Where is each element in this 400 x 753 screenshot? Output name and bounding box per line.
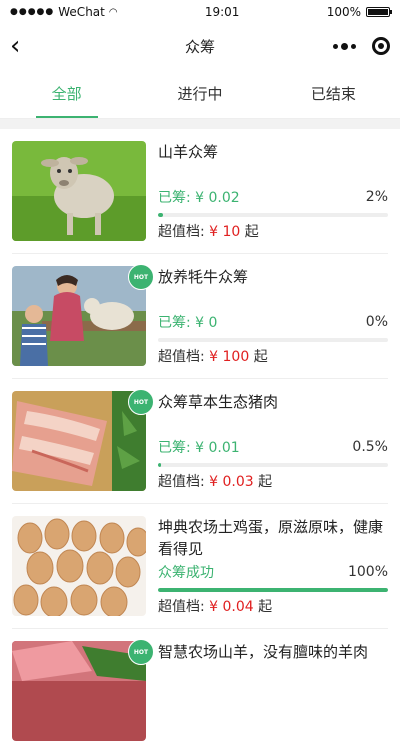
product-thumbnail: HOT [12,389,154,491]
status-left: ●●●●● WeChat ◠ [10,5,118,19]
raised-row: 已筹: ¥ 0 0% [158,312,388,332]
progress-percent: 2% [365,189,388,205]
progress-bar [158,213,388,217]
price-suffix: 起 [249,349,268,365]
raised-amount: 已筹: ¥ 0 [158,315,218,331]
item-info: 坤典农场土鸡蛋，原滋原味，健康看得见众筹成功 100% 超值档: ¥ 0.04 起 [158,516,388,616]
tab-ongoing[interactable]: 进行中 [133,68,266,118]
list-item[interactable]: 山羊众筹已筹: ¥ 0.02 2% 超值档: ¥ 10 起 [12,129,388,254]
price-tier-label: 超值档: [158,224,210,240]
price-tier: 超值档: ¥ 100 起 [158,346,388,366]
progress-fill [158,213,163,217]
list-item[interactable]: HOT 智慧农场山羊，没有膻味的羊肉 [12,629,388,753]
list-item[interactable]: HOT 放养牦牛众筹 已筹: ¥ 0 0% 超值档: ¥ 100 起 [12,254,388,379]
raised-amount: 已筹: ¥ 0.02 [158,190,240,206]
hot-badge-icon: HOT [128,264,154,290]
tab-ended[interactable]: 已结束 [267,68,400,118]
price-suffix: 起 [253,474,273,490]
price-tier-label: 超值档: [158,349,210,365]
mini-program-capsule [333,37,390,55]
progress-bar [158,338,388,342]
product-thumbnail [12,516,146,616]
price-value: ¥ 10 [209,224,241,240]
hot-badge-icon: HOT [128,389,154,415]
item-title: 山羊众筹 [158,143,219,161]
battery-percent: 100% [326,5,361,19]
raised-row: 众筹成功 100% [158,562,388,582]
item-info: 放养牦牛众筹 已筹: ¥ 0 0% 超值档: ¥ 100 起 [158,266,388,366]
sheep-image [12,141,146,241]
meat-image [12,641,146,741]
price-value: ¥ 0.04 [209,599,254,615]
farm-visit-image [12,266,146,366]
price-value: ¥ 0.03 [209,474,254,490]
raised-amount: 众筹成功 [158,565,214,581]
status-bar: ●●●●● WeChat ◠ 19:01 100% [0,0,400,24]
item-title: 智慧农场山羊，没有膻味的羊肉 [158,643,369,661]
price-suffix: 起 [240,224,259,240]
progress-percent: 0% [365,314,388,330]
item-title: 坤典农场土鸡蛋，原滋原味，健康看得见 [158,518,384,558]
price-tier: 超值档: ¥ 0.04 起 [158,596,388,616]
raised-row: 已筹: ¥ 0.02 2% [158,187,388,207]
list-item[interactable]: 坤典农场土鸡蛋，原滋原味，健康看得见众筹成功 100% 超值档: ¥ 0.04 起 [12,504,388,629]
list-item[interactable]: HOT 众筹草本生态猪肉 已筹: ¥ 0.01 0.5% 超值档: ¥ 0.03 起 [12,379,388,504]
close-target-icon[interactable] [372,37,390,55]
back-chevron-icon[interactable]: ‹ [10,33,34,59]
carrier-label: WeChat [58,5,105,19]
item-info: 山羊众筹已筹: ¥ 0.02 2% 超值档: ¥ 10 起 [158,141,388,241]
nav-bar: ‹ 众筹 [0,24,400,68]
section-divider [0,119,400,129]
battery-status: 100% [326,5,392,19]
price-tier-label: 超值档: [158,474,210,490]
progress-fill [158,588,388,592]
price-value: ¥ 100 [209,349,250,365]
tab-all[interactable]: 全部 [0,68,133,118]
price-tier-label: 超值档: [158,599,210,615]
status-time: 19:01 [204,5,240,19]
crowdfunding-list: 山羊众筹 已筹: ¥ 0.02 2% 超值档: ¥ 10 起 HOT 放养牦牛众筹 已筹: … [0,129,400,753]
price-tier: 超值档: ¥ 0.03 起 [158,471,388,491]
item-title: 放养牦牛众筹 [158,268,249,286]
wifi-icon: ◠ [108,6,118,18]
progress-fill [158,463,162,467]
more-options-icon[interactable] [333,42,356,50]
raised-amount: 已筹: ¥ 0.01 [158,440,240,456]
progress-percent: 0.5% [352,439,388,455]
progress-bar [158,588,388,592]
item-info: 众筹草本生态猪肉 已筹: ¥ 0.01 0.5% 超值档: ¥ 0.03 起 [158,391,388,491]
product-thumbnail [12,141,146,241]
filter-tabs: 全部 进行中 已结束 [0,68,400,119]
raised-row: 已筹: ¥ 0.01 0.5% [158,437,388,457]
item-info: 智慧农场山羊，没有膻味的羊肉 [158,641,388,741]
price-suffix: 起 [253,599,273,615]
product-thumbnail: HOT [12,264,154,366]
hot-badge-icon: HOT [128,639,154,665]
product-thumbnail: HOT [12,639,154,741]
signal-icon: ●●●●● [10,7,55,17]
eggs-image [12,516,146,616]
progress-bar [158,463,388,467]
progress-percent: 100% [347,564,388,580]
item-title: 众筹草本生态猪肉 [158,393,279,411]
price-tier: 超值档: ¥ 10 起 [158,221,388,241]
pork-image [12,391,146,491]
battery-icon [366,7,392,17]
